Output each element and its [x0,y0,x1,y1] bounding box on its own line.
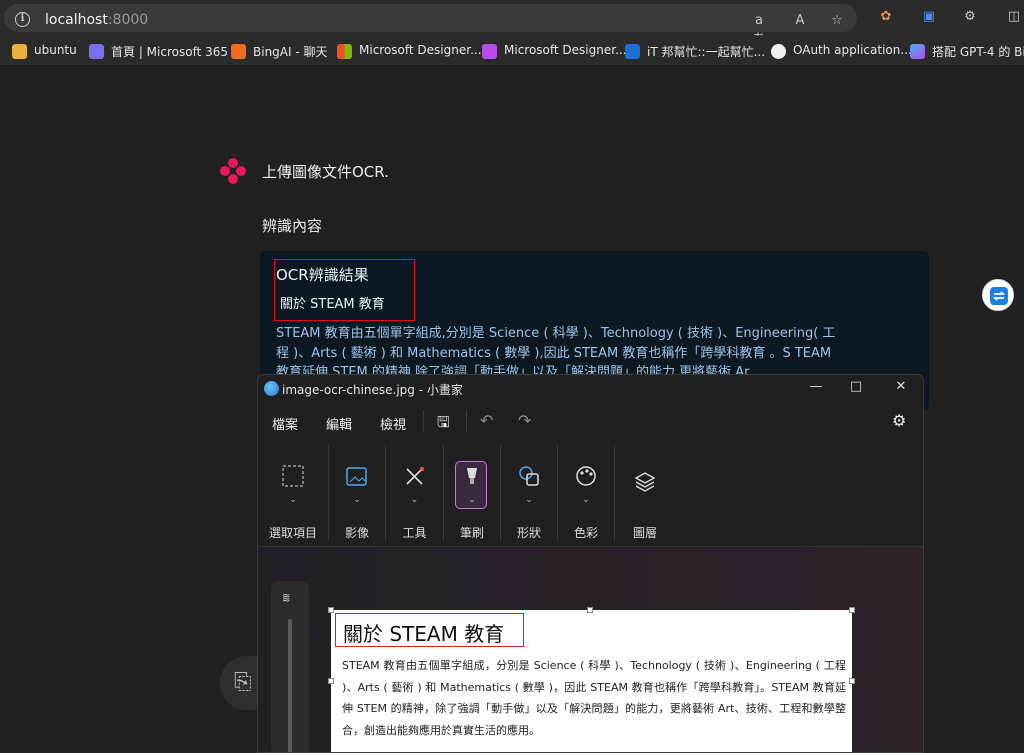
attach-paperclip-icon[interactable]: ⎘ [234,670,252,695]
folder-icon [12,44,27,59]
translate-icon[interactable]: ▣ [919,9,939,24]
paint-window: image-ocr-chinese.jpg - 小畫家 — □ ✕ 檔案 編輯 … [257,374,924,753]
maximize-button[interactable]: □ [841,379,871,399]
app-logo-icon [220,158,246,184]
bookmark-item[interactable]: 搭配 GPT-4 的 Bing [910,43,1024,61]
image-icon [346,467,367,486]
chevron-down-icon: ⌄ [582,495,590,505]
ocr-subheading: 關於 STEAM 教育 [280,297,385,312]
designer-icon [482,44,497,59]
menu-divider [423,410,424,432]
minimize-button[interactable]: — [801,379,831,399]
ocr-body-text: STEAM 教育由五個單字組成,分別是 Science ( 科學 )、Techn… [276,326,836,378]
tool-label: 圖層 [632,526,657,540]
extension-icon[interactable]: ✿ [876,9,896,24]
github-icon [771,44,786,59]
refresh-button[interactable] [982,279,1014,311]
extensions-puzzle-icon[interactable]: ⚙ [960,9,980,24]
chevron-down-icon: ⌄ [468,495,476,505]
tool-label: 筆刷 [459,526,484,540]
tool-layers[interactable]: 圖層 [615,441,675,543]
browser-toolbar: i localhost:8000 aあ A ☆ ✿ ▣ ⚙ ◫ [0,0,1024,47]
tool-label: 形狀 [516,526,541,540]
resize-handle[interactable] [849,607,855,613]
menu-edit[interactable]: 編輯 [326,414,352,433]
resize-handle[interactable] [328,678,334,684]
tool-image[interactable]: ⌄ 影像 [329,441,385,543]
message-title: 上傳圖像文件OCR. [262,163,389,181]
slider-track[interactable] [288,619,292,752]
palette-icon [576,466,596,486]
settings-gear-icon[interactable]: ⚙ [892,411,906,430]
bookmark-item[interactable]: ubuntu [12,43,77,61]
paint-app-icon [264,381,279,396]
menu-file[interactable]: 檔案 [272,414,298,433]
bookmark-item[interactable]: Microsoft Designer... [337,43,482,61]
bookmark-item[interactable]: BingAI - 聊天 [231,43,328,61]
tool-selection[interactable]: ⌄ 選取項目 [264,441,322,543]
pencil-tools-icon [405,467,424,485]
redo-icon[interactable]: ↷ [518,411,531,430]
tool-colors[interactable]: ⌄ 色彩 [558,441,614,543]
bookmark-item[interactable]: 首頁 | Microsoft 365 [89,43,228,61]
save-icon[interactable]: 🖫 [437,412,450,437]
bookmark-item[interactable]: OAuth application... [771,43,912,61]
microsoft-icon [337,44,352,59]
text-size-icon[interactable]: A [790,13,810,28]
ocr-heading: OCR辨識結果 [276,266,369,284]
tool-label: 色彩 [573,526,598,540]
window-title: image-ocr-chinese.jpg - 小畫家 [282,383,463,397]
bookmark-item[interactable]: iT 邦幫忙::一起幫忙... [625,43,765,61]
chevron-down-icon: ⌄ [410,495,419,505]
repeat-icon [990,287,1008,305]
resize-handle[interactable] [328,607,334,613]
brush-size-slider[interactable]: ≈ ≈ [271,581,309,752]
bing-icon [231,44,246,59]
tool-tools[interactable]: ⌄ 工具 [386,441,443,543]
tool-label: 工具 [402,526,427,540]
tool-label: 選取項目 [268,526,317,540]
title-bar: image-ocr-chinese.jpg - 小畫家 — □ ✕ [258,375,923,403]
selection-icon [282,465,304,487]
menu-view[interactable]: 檢視 [380,414,406,433]
tool-label: 影像 [344,526,369,540]
url-text[interactable]: localhost:8000 [45,12,148,28]
bookmark-item[interactable]: Microsoft Designer... [482,43,627,61]
close-button[interactable]: ✕ [886,379,916,399]
brush-icon [467,468,477,484]
chevron-down-icon: ⌄ [525,495,533,505]
split-screen-icon[interactable]: ◫ [1004,9,1024,24]
document-image[interactable]: 關於 STEAM 教育 STEAM 教育由五個單字組成，分別是 Science … [331,610,852,752]
message-subtitle: 辨識內容 [262,217,323,235]
resize-handle[interactable] [587,607,593,613]
document-title: 關於 STEAM 教育 [343,622,505,646]
chevron-down-icon: ⌄ [289,495,297,505]
tool-shapes[interactable]: ⌄ 形狀 [501,441,557,543]
ribbon: ⌄ 選取項目 ⌄ 影像 ⌄ 工具 ⌄ 筆刷 ⌄ 形狀 ⌄ 色彩 圖層 [258,441,923,547]
bookmarks-bar: ubuntu 首頁 | Microsoft 365 BingAI - 聊天 Mi… [0,36,1024,66]
copilot-icon [910,44,925,59]
document-body: STEAM 教育由五個單字組成，分別是 Science ( 科學 )、Techn… [342,659,846,737]
menu-bar: 檔案 編輯 檢視 🖫 ↶ ↷ ⚙ [258,405,923,437]
tool-brush[interactable]: ⌄ 筆刷 [444,441,500,543]
shapes-icon [519,466,539,486]
undo-icon[interactable]: ↶ [480,411,493,430]
menu-divider [466,410,467,432]
favorite-star-icon[interactable]: ☆ [827,13,847,28]
ithome-icon [625,44,640,59]
m365-icon [89,44,104,59]
stroke-width-icon: ≈ ≈ [282,591,291,606]
layers-icon [634,472,656,492]
address-bar[interactable]: i localhost:8000 aあ A ☆ [4,4,857,47]
info-icon[interactable]: i [15,12,30,27]
resize-handle[interactable] [849,678,855,684]
chevron-down-icon: ⌄ [353,495,361,505]
